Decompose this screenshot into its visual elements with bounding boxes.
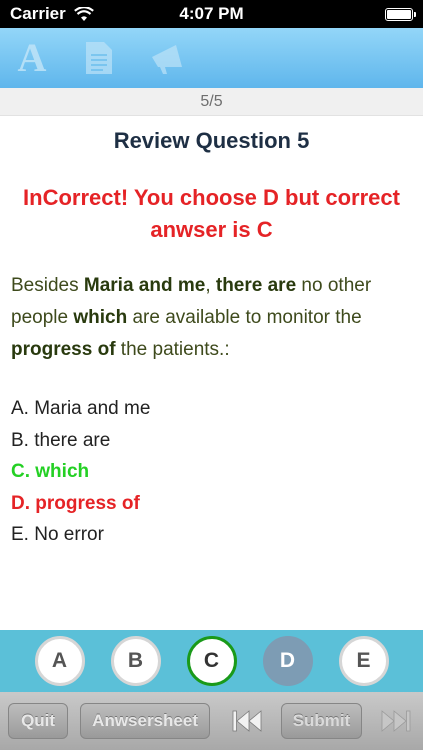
carrier-label: Carrier <box>10 4 66 23</box>
wifi-icon <box>73 6 94 21</box>
question-underline-c: which <box>73 307 128 328</box>
status-left: Carrier <box>10 4 94 24</box>
document-icon[interactable] <box>84 40 114 76</box>
answer-button-e[interactable]: E <box>338 636 389 686</box>
submit-button[interactable]: Submit <box>280 703 363 739</box>
option-e: E. No error <box>11 524 104 545</box>
question-counter: 5/5 <box>0 88 423 116</box>
megaphone-icon[interactable] <box>148 41 186 75</box>
previous-button[interactable] <box>228 703 267 739</box>
question-underline-a: Maria and me <box>83 275 206 296</box>
question-text-part: Besides <box>11 275 84 296</box>
result-message: InCorrect! You choose D but correct anws… <box>23 185 400 242</box>
fast-forward-icon <box>381 710 411 732</box>
next-button[interactable] <box>376 703 415 739</box>
option-d: D. progress of <box>11 492 140 514</box>
answer-bar: A B C D E <box>0 630 423 692</box>
option-c: C. which <box>11 461 90 482</box>
option-b: B. there are <box>11 429 111 451</box>
toolbar: A <box>0 28 423 88</box>
rewind-icon <box>233 710 262 732</box>
answer-button-c[interactable]: C <box>186 636 237 686</box>
answer-button-a[interactable]: A <box>34 636 85 686</box>
question-text-part: are available to monitor the <box>127 307 362 328</box>
question-underline-b: there are <box>215 275 297 296</box>
question-text-part: , <box>205 275 216 296</box>
question-underline-d: progress of <box>11 339 116 360</box>
question-title: Review Question 5 <box>113 128 310 153</box>
status-bar: Carrier 4:07 PM <box>0 0 423 28</box>
quit-button[interactable]: Quit <box>8 703 69 739</box>
battery-icon <box>385 7 416 21</box>
answer-button-b[interactable]: B <box>110 636 161 686</box>
answersheet-button[interactable]: Anwsersheet <box>80 703 211 739</box>
font-icon[interactable]: A <box>14 38 50 78</box>
question-content: Review Question 5 InCorrect! You choose … <box>0 116 423 551</box>
option-a: A. Maria and me <box>11 398 151 419</box>
answer-button-d[interactable]: D <box>262 636 313 686</box>
question-text-part: the patients.: <box>115 339 230 360</box>
question-text: Besides Maria and me, there are no other… <box>0 270 423 366</box>
answer-options: A. Maria and me B. there are C. which D.… <box>0 393 423 551</box>
bottom-nav: Quit Anwsersheet Submit <box>0 692 423 750</box>
